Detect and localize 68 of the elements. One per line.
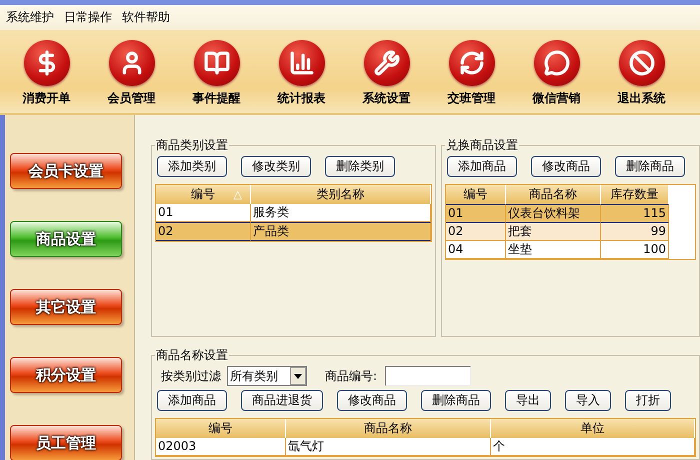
table-cell[interactable]: 01	[446, 204, 506, 223]
table-cell[interactable]: 100	[601, 241, 669, 259]
table-cell[interactable]: 服务类	[251, 204, 431, 222]
person-icon	[108, 40, 154, 86]
menu-item[interactable]: 软件帮助	[122, 9, 170, 26]
table-cell[interactable]: 把套	[506, 223, 601, 241]
column-header[interactable]: 编号	[446, 185, 506, 204]
action-button[interactable]: 商品进退货	[241, 390, 323, 411]
category-dropdown[interactable]: 所有类别	[227, 366, 307, 386]
action-button[interactable]: 打折	[625, 390, 671, 411]
column-header[interactable]: 单位	[491, 419, 695, 438]
table-cell[interactable]: 产品类	[251, 222, 431, 241]
column-header[interactable]: 编号 △	[156, 185, 251, 204]
table-cell[interactable]: 04	[446, 241, 506, 259]
column-header[interactable]: 编号	[156, 419, 286, 438]
table-cell[interactable]: 99	[601, 223, 669, 241]
table-cell[interactable]: 坐垫	[506, 241, 601, 259]
toolbar-button[interactable]: 统计报表	[259, 30, 344, 113]
code-input-field[interactable]	[385, 366, 472, 386]
table-cell[interactable]: 02	[446, 223, 506, 241]
action-button[interactable]: 添加类别	[157, 156, 227, 177]
action-button[interactable]: 删除商品	[421, 390, 491, 411]
group-title: 商品类别设置	[155, 138, 229, 154]
sidebar-button[interactable]: 会员卡设置	[10, 153, 122, 189]
action-button[interactable]: 导入	[565, 390, 611, 411]
dollar-icon	[24, 40, 70, 86]
sidebar-button[interactable]: 其它设置	[10, 289, 122, 325]
action-button[interactable]: 删除商品	[615, 156, 685, 177]
toolbar-button[interactable]: 会员管理	[89, 30, 174, 113]
action-button[interactable]: 添加商品	[157, 390, 227, 411]
action-button[interactable]: 添加商品	[447, 156, 517, 177]
filter-label: 按类别过滤	[161, 368, 221, 384]
action-button[interactable]: 修改商品	[337, 390, 407, 411]
chat-icon	[534, 40, 580, 86]
action-button[interactable]: 修改类别	[241, 156, 311, 177]
menu-item[interactable]: 日常操作	[64, 9, 112, 26]
column-header[interactable]: 商品名称	[506, 185, 601, 204]
sidebar-button[interactable]: 积分设置	[10, 357, 122, 393]
table-cell[interactable]: 仪表台饮料架	[506, 204, 601, 223]
table-cell[interactable]: 115	[601, 204, 669, 223]
prohibited-icon	[618, 40, 664, 86]
sort-indicator: △	[234, 188, 242, 201]
menu-item[interactable]: 系统维护	[6, 9, 54, 26]
toolbar-button[interactable]: 系统设置	[344, 30, 429, 113]
bar-chart-icon	[278, 40, 324, 86]
table-cell[interactable]: 02003	[156, 438, 286, 456]
group-title: 商品名称设置	[155, 348, 229, 364]
action-button[interactable]: 删除类别	[325, 156, 395, 177]
table-cell[interactable]: 01	[156, 204, 251, 222]
book-icon	[194, 40, 240, 86]
column-header[interactable]: 库存数量	[601, 185, 669, 204]
table-cell[interactable]: 02	[156, 222, 251, 241]
column-header[interactable]: 类别名称	[251, 185, 431, 204]
refresh-icon	[448, 40, 494, 86]
column-header[interactable]: 商品名称	[286, 419, 491, 438]
toolbar-button[interactable]: 消费开单	[4, 30, 89, 113]
action-button[interactable]: 修改商品	[531, 156, 601, 177]
sidebar-button[interactable]: 员工管理	[10, 425, 122, 460]
group-title: 兑换商品设置	[445, 138, 519, 154]
toolbar-button[interactable]: 交班管理	[429, 30, 514, 113]
toolbar-button[interactable]: 退出系统	[599, 30, 684, 113]
tools-icon	[364, 40, 410, 86]
toolbar-button[interactable]: 微信营销	[514, 30, 599, 113]
table-cell[interactable]: 氙气灯	[286, 438, 491, 456]
toolbar-button[interactable]: 事件提醒	[174, 30, 259, 113]
table-cell[interactable]: 个	[491, 438, 695, 456]
action-button[interactable]: 导出	[505, 390, 551, 411]
code-label: 商品编号:	[325, 368, 378, 384]
